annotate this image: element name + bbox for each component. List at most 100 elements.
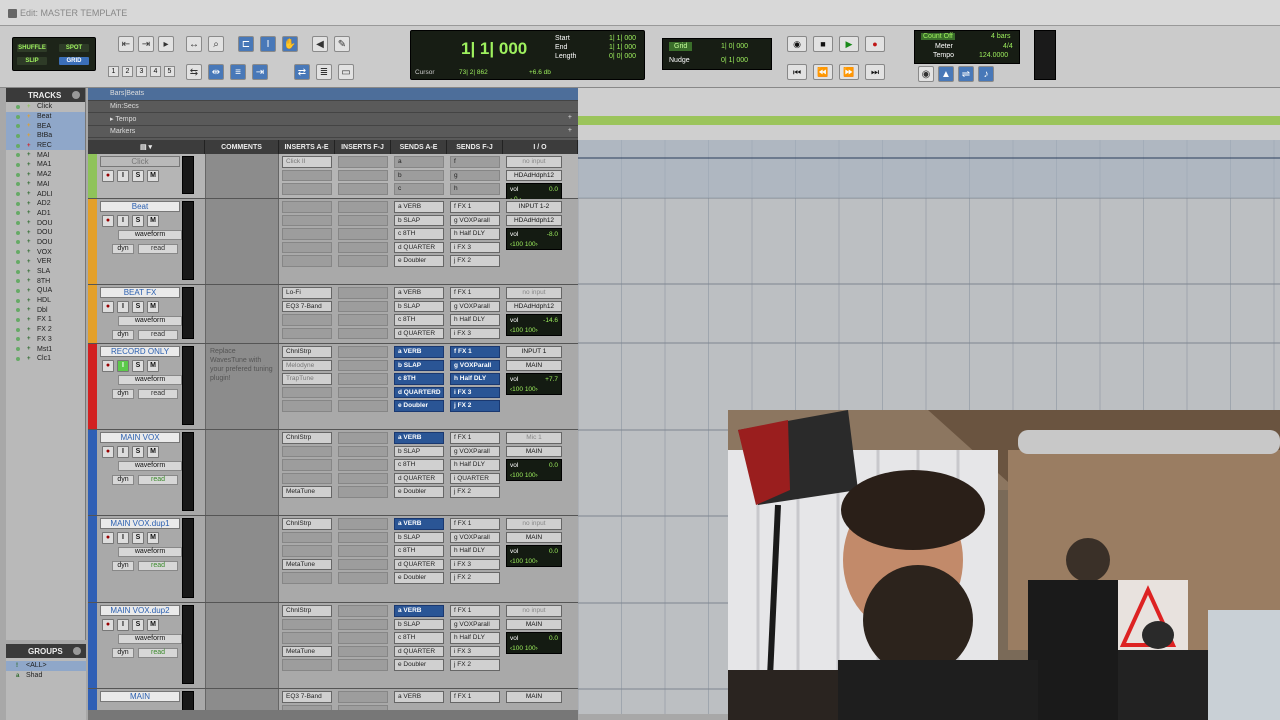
insert-slot[interactable]	[282, 459, 332, 471]
track-visibility-icon[interactable]	[16, 182, 20, 187]
track-visibility-icon[interactable]	[16, 153, 20, 158]
automation-dyn-selector[interactable]: dyn	[112, 475, 134, 485]
solo-button[interactable]: S	[132, 301, 144, 313]
input-monitor-button[interactable]: I	[117, 301, 129, 313]
meter-value[interactable]: 4/4	[1003, 43, 1013, 50]
insert-slot[interactable]	[338, 691, 388, 703]
insert-slot[interactable]	[338, 314, 388, 326]
mode-shuffle[interactable]: SHUFFLE	[17, 44, 47, 52]
main-counter-value[interactable]: 1| 1| 000	[461, 39, 527, 59]
input-selector[interactable]: no input	[506, 518, 562, 530]
insert-slot[interactable]: ChnlStrp	[282, 518, 332, 530]
output-selector[interactable]: MAIN	[506, 445, 562, 457]
track-list-item[interactable]: + MA2	[6, 170, 85, 180]
midi-merge-icon[interactable]: ⇌	[958, 66, 974, 82]
record-arm-button[interactable]: ●	[102, 532, 114, 544]
track-color-strip[interactable]	[88, 344, 97, 429]
track-name[interactable]: BEAT FX	[100, 287, 180, 298]
pan-value[interactable]: ‹100 100›	[510, 327, 538, 334]
insert-slot[interactable]	[282, 618, 332, 630]
input-selector[interactable]: INPUT 1-2	[506, 201, 562, 213]
insert-slot[interactable]	[338, 486, 388, 498]
insert-slot[interactable]	[338, 255, 388, 267]
mute-button[interactable]: M	[147, 446, 159, 458]
send-slot[interactable]: f FX 1	[450, 287, 500, 299]
track-view-selector[interactable]: waveform	[118, 375, 182, 385]
input-selector[interactable]: INPUT 1	[506, 346, 562, 358]
record-icon[interactable]: ●	[865, 36, 885, 52]
pan-value[interactable]: ‹100 100›	[510, 558, 538, 565]
track-visibility-icon[interactable]	[16, 298, 20, 303]
add-tempo-icon[interactable]: +	[568, 114, 572, 121]
volume-value[interactable]: 0.0	[549, 185, 558, 195]
insert-slot[interactable]	[338, 228, 388, 240]
insert-slot[interactable]: Melodyne	[282, 359, 332, 371]
rewind-icon[interactable]: ⏪	[813, 64, 833, 80]
zoom-preset-4[interactable]: 4	[150, 66, 161, 77]
insert-slot[interactable]	[282, 228, 332, 240]
track-name[interactable]: MAIN VOX.dup2	[100, 605, 180, 616]
send-slot[interactable]: h Half DLY	[450, 228, 500, 240]
send-slot[interactable]: e Doubler	[394, 486, 444, 498]
send-slot[interactable]: i FX 3	[450, 241, 500, 253]
ruler-min-secs[interactable]: Min:Secs	[88, 101, 578, 113]
send-slot[interactable]: d QUARTER	[394, 327, 444, 339]
volume-value[interactable]: 0.0	[549, 461, 558, 471]
track-name[interactable]: RECORD ONLY	[100, 346, 180, 357]
send-slot[interactable]: g VOXParall	[450, 214, 500, 226]
magnifier-icon[interactable]: ⌕	[208, 36, 224, 52]
insert-slot[interactable]: MetaTune	[282, 486, 332, 498]
track-color-strip[interactable]	[88, 430, 97, 515]
insert-slot[interactable]	[338, 287, 388, 299]
track-list-item[interactable]: + VOX	[6, 247, 85, 257]
track-list-item[interactable]: + REC	[6, 140, 85, 151]
track-list-item[interactable]: +8TH	[6, 276, 85, 286]
track-view-selector[interactable]: waveform	[118, 461, 182, 471]
insert-slot[interactable]	[338, 472, 388, 484]
nudge-value[interactable]: 0| 1| 000	[721, 57, 748, 64]
automation-mode-selector[interactable]: read	[138, 561, 178, 571]
ruler-tempo[interactable]: ▸ Tempo +	[88, 113, 578, 126]
fast-forward-icon[interactable]: ⏩	[839, 64, 859, 80]
track-view-selector[interactable]: waveform	[118, 316, 182, 326]
track-name[interactable]: MAIN VOX.dup1	[100, 518, 180, 529]
pencil-tool-icon[interactable]: ✎	[334, 36, 350, 52]
send-slot[interactable]: i FX 3	[450, 327, 500, 339]
solo-button[interactable]: S	[132, 619, 144, 631]
return-to-zero-icon[interactable]: ⏮	[787, 64, 807, 80]
send-slot[interactable]: a VERB	[394, 605, 444, 617]
metronome-icon[interactable]: ▲	[938, 66, 954, 82]
mute-button[interactable]: M	[147, 619, 159, 631]
track-comment[interactable]	[205, 285, 279, 343]
add-marker-icon[interactable]: +	[568, 127, 572, 134]
send-slot[interactable]: h Half DLY	[450, 459, 500, 471]
count-off-bars[interactable]: 4 bars	[991, 33, 1010, 40]
track-list-item[interactable]: + SLA	[6, 267, 85, 277]
insert-slot[interactable]	[282, 531, 332, 543]
grid-value[interactable]: 1| 0| 000	[721, 43, 748, 50]
link-track-icon[interactable]: ≡	[230, 64, 246, 80]
mute-button[interactable]: M	[147, 215, 159, 227]
send-slot[interactable]: c 8TH	[394, 545, 444, 557]
track-name[interactable]: Click	[100, 156, 180, 167]
insert-slot[interactable]	[282, 314, 332, 326]
insert-slot[interactable]	[282, 255, 332, 267]
send-slot[interactable]: j FX 2	[450, 400, 500, 412]
end-value[interactable]: 1| 1| 000	[609, 43, 636, 52]
pan-value[interactable]: ‹100 100›	[510, 241, 538, 248]
insert-slot[interactable]: MetaTune	[282, 558, 332, 570]
track-visibility-icon[interactable]	[16, 327, 20, 332]
insert-slot[interactable]	[338, 659, 388, 671]
track-comment[interactable]	[205, 430, 279, 515]
track-color-strip[interactable]	[88, 516, 97, 602]
track-name-column[interactable]: ▤ ▾	[88, 140, 205, 154]
tab-to-transient-icon[interactable]: ⇆	[186, 64, 202, 80]
insert-slot[interactable]	[282, 445, 332, 457]
track-list-item[interactable]: + Click	[6, 102, 85, 112]
insert-slot[interactable]	[338, 346, 388, 358]
stop-icon[interactable]: ■	[813, 36, 833, 52]
track-list-item[interactable]: + AD2	[6, 199, 85, 209]
insertion-follows-icon[interactable]: ⇥	[252, 64, 268, 80]
ruler-bars-beats[interactable]: Bars|Beats	[88, 88, 578, 101]
send-slot[interactable]: f FX 1	[450, 691, 500, 703]
